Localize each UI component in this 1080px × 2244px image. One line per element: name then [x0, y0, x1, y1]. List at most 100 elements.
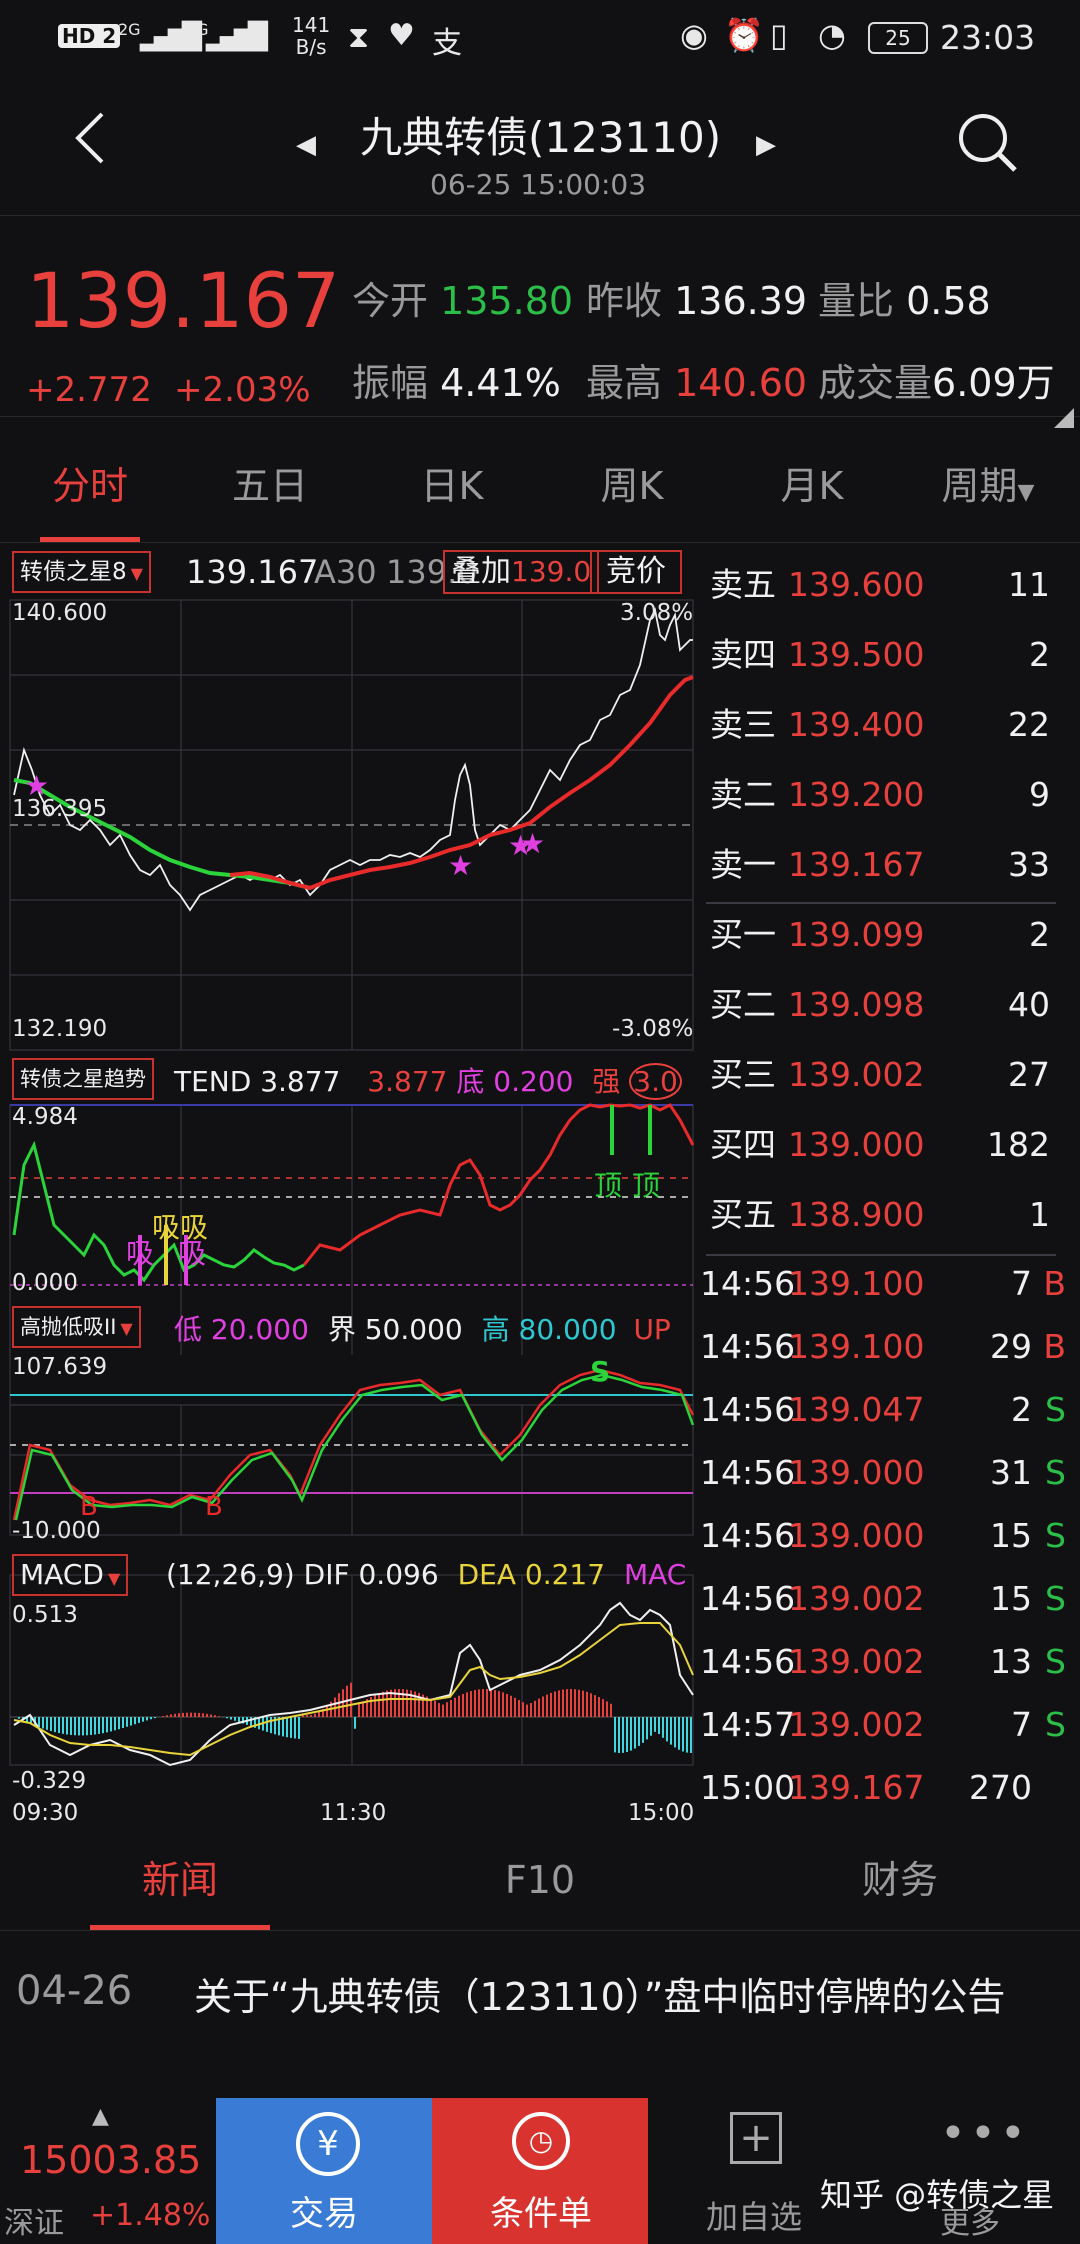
- watermark: 知乎 @转债之星: [820, 2176, 1055, 2214]
- prev-symbol-button[interactable]: ◀: [296, 130, 316, 160]
- indicator-select[interactable]: 转债之星8: [12, 551, 151, 593]
- s-mark: S: [590, 1355, 610, 1388]
- next-symbol-button[interactable]: ▶: [756, 130, 776, 160]
- macd-bar: [202, 1713, 204, 1717]
- macd-indicator-select[interactable]: MACD: [12, 1554, 129, 1596]
- vibrate-icon: ▯: [770, 16, 788, 54]
- macd-bar: [622, 1717, 624, 1753]
- trade-row: 14:57 139.002 7 S: [700, 1705, 1066, 1744]
- header: ◀ 九典转债(123110) 06-25 15:00:03 ▶: [0, 80, 1080, 216]
- macd-bar: [178, 1713, 180, 1717]
- macd-bar: [522, 1702, 524, 1717]
- macd-bar: [562, 1689, 564, 1717]
- add-watchlist-button[interactable]: + 加自选: [680, 2098, 840, 2244]
- price-change: +2.772: [26, 370, 152, 410]
- macd-bar: [138, 1717, 140, 1723]
- index-change: +1.48%: [90, 2198, 211, 2233]
- macd-bar: [270, 1717, 272, 1734]
- chevron-left-icon: [75, 112, 104, 164]
- macd-bar: [58, 1717, 60, 1734]
- tab-finance[interactable]: 财务: [780, 1830, 1020, 1930]
- macd-bar: [282, 1717, 284, 1737]
- high-stat: 最高 140.60: [586, 361, 808, 405]
- macd-bar: [106, 1717, 108, 1733]
- macd-bar: [434, 1700, 436, 1717]
- macd-bar: [550, 1692, 552, 1717]
- trade-label: 交易: [290, 2194, 358, 2234]
- macd-bar: [206, 1713, 208, 1717]
- macd-bar: [474, 1690, 476, 1717]
- search-button[interactable]: [955, 110, 1021, 176]
- trend-y-top: 4.984: [12, 1104, 78, 1130]
- gaopao-y-top: 107.639: [12, 1354, 108, 1380]
- macd-bar: [430, 1698, 432, 1717]
- ask-row-3: 卖三 139.400 22: [710, 705, 1050, 744]
- macd-bar: [666, 1717, 668, 1742]
- macd-y-top: 0.513: [12, 1602, 78, 1628]
- macd-bar: [626, 1717, 628, 1753]
- condition-order-button[interactable]: ◷ 条件单: [432, 2098, 648, 2244]
- back-button[interactable]: [60, 108, 120, 168]
- macd-y-bottom: -0.329: [12, 1768, 87, 1794]
- macd-bar: [546, 1694, 548, 1717]
- macd-bar: [342, 1689, 344, 1717]
- search-icon: [959, 114, 1017, 172]
- index-widget[interactable]: ▲ 15003.85 深证 +1.48%: [0, 2098, 214, 2244]
- macd-bar: [234, 1717, 236, 1721]
- macd-bar: [174, 1713, 176, 1717]
- macd-bar: [462, 1693, 464, 1717]
- main-chart-price: 139.167: [186, 553, 319, 591]
- ding-mark-1: 顶: [594, 1169, 622, 1202]
- macd-bar: [374, 1695, 376, 1717]
- macd-bar: [678, 1717, 680, 1750]
- news-title: 关于“九典转债（123110）”盘中临时停牌的公告: [194, 1975, 1006, 2019]
- xi-mark-3: 吸: [178, 1237, 206, 1270]
- hourglass-icon: ⧗: [348, 20, 370, 55]
- price-line: [13, 607, 693, 912]
- svg-text:★: ★: [448, 849, 473, 882]
- macd-bar: [38, 1717, 40, 1728]
- expand-corner-icon[interactable]: [1054, 408, 1074, 428]
- macd-bar: [686, 1717, 688, 1753]
- index-value: 15003.85: [20, 2138, 202, 2182]
- macd-bar: [606, 1701, 608, 1717]
- gaopao-indicator-select[interactable]: 高抛低吸II: [12, 1306, 141, 1348]
- macd-bar: [482, 1689, 484, 1717]
- macd-bar: [214, 1715, 216, 1717]
- macd-bar: [66, 1717, 68, 1735]
- tab-period[interactable]: 周期▼: [908, 430, 1068, 542]
- news-item[interactable]: 04-26 关于“九典转债（123110）”盘中临时停牌的公告: [0, 1930, 1080, 2050]
- trend-indicator-select[interactable]: 转债之星趋势: [12, 1058, 154, 1100]
- macd-bar: [518, 1699, 520, 1717]
- tab-news[interactable]: 新闻: [60, 1830, 300, 1930]
- speedometer-icon: ◔: [818, 16, 846, 54]
- macd-bar: [594, 1695, 596, 1717]
- bid-row-3: 买三 139.002 27: [710, 1055, 1050, 1094]
- trade-button[interactable]: ¥ 交易: [216, 2098, 432, 2244]
- chart-canvas: ★ ★ ★ ★ 吸 吸吸 吸 顶 顶 B B S: [9, 599, 695, 1767]
- news-date: 04-26: [16, 1968, 133, 2014]
- add-label: 加自选: [706, 2198, 803, 2236]
- chevron-down-icon: ▼: [1017, 480, 1035, 505]
- macd-bar: [154, 1717, 156, 1719]
- tab-f10[interactable]: F10: [420, 1830, 660, 1930]
- clock-order-icon: ◷: [512, 2112, 570, 2170]
- tab-intraday[interactable]: 分时: [10, 430, 170, 542]
- ask-row-5: 卖五 139.600 11: [710, 565, 1050, 604]
- macd-bar: [362, 1701, 364, 1717]
- macd-bar: [78, 1717, 80, 1736]
- tab-monthly-k[interactable]: 月K: [732, 430, 892, 542]
- condition-label: 条件单: [490, 2194, 592, 2234]
- macd-bar: [122, 1717, 124, 1729]
- prev-close-stat: 昨收 136.39: [586, 279, 808, 323]
- auction-button[interactable]: 竞价: [590, 550, 682, 594]
- macd-bar: [218, 1716, 220, 1717]
- macd-bar: [382, 1691, 384, 1717]
- macd-bar: [378, 1693, 380, 1717]
- trade-row: 14:56 139.000 31 S: [700, 1453, 1066, 1492]
- macd-values: (12,26,9) DIF 0.096 DEA 0.217 MAC: [166, 1558, 687, 1591]
- overlay-button[interactable]: 叠加139.0: [443, 550, 600, 594]
- tab-daily-k[interactable]: 日K: [372, 430, 532, 542]
- tab-weekly-k[interactable]: 周K: [552, 430, 712, 542]
- tab-five-day[interactable]: 五日: [190, 430, 350, 542]
